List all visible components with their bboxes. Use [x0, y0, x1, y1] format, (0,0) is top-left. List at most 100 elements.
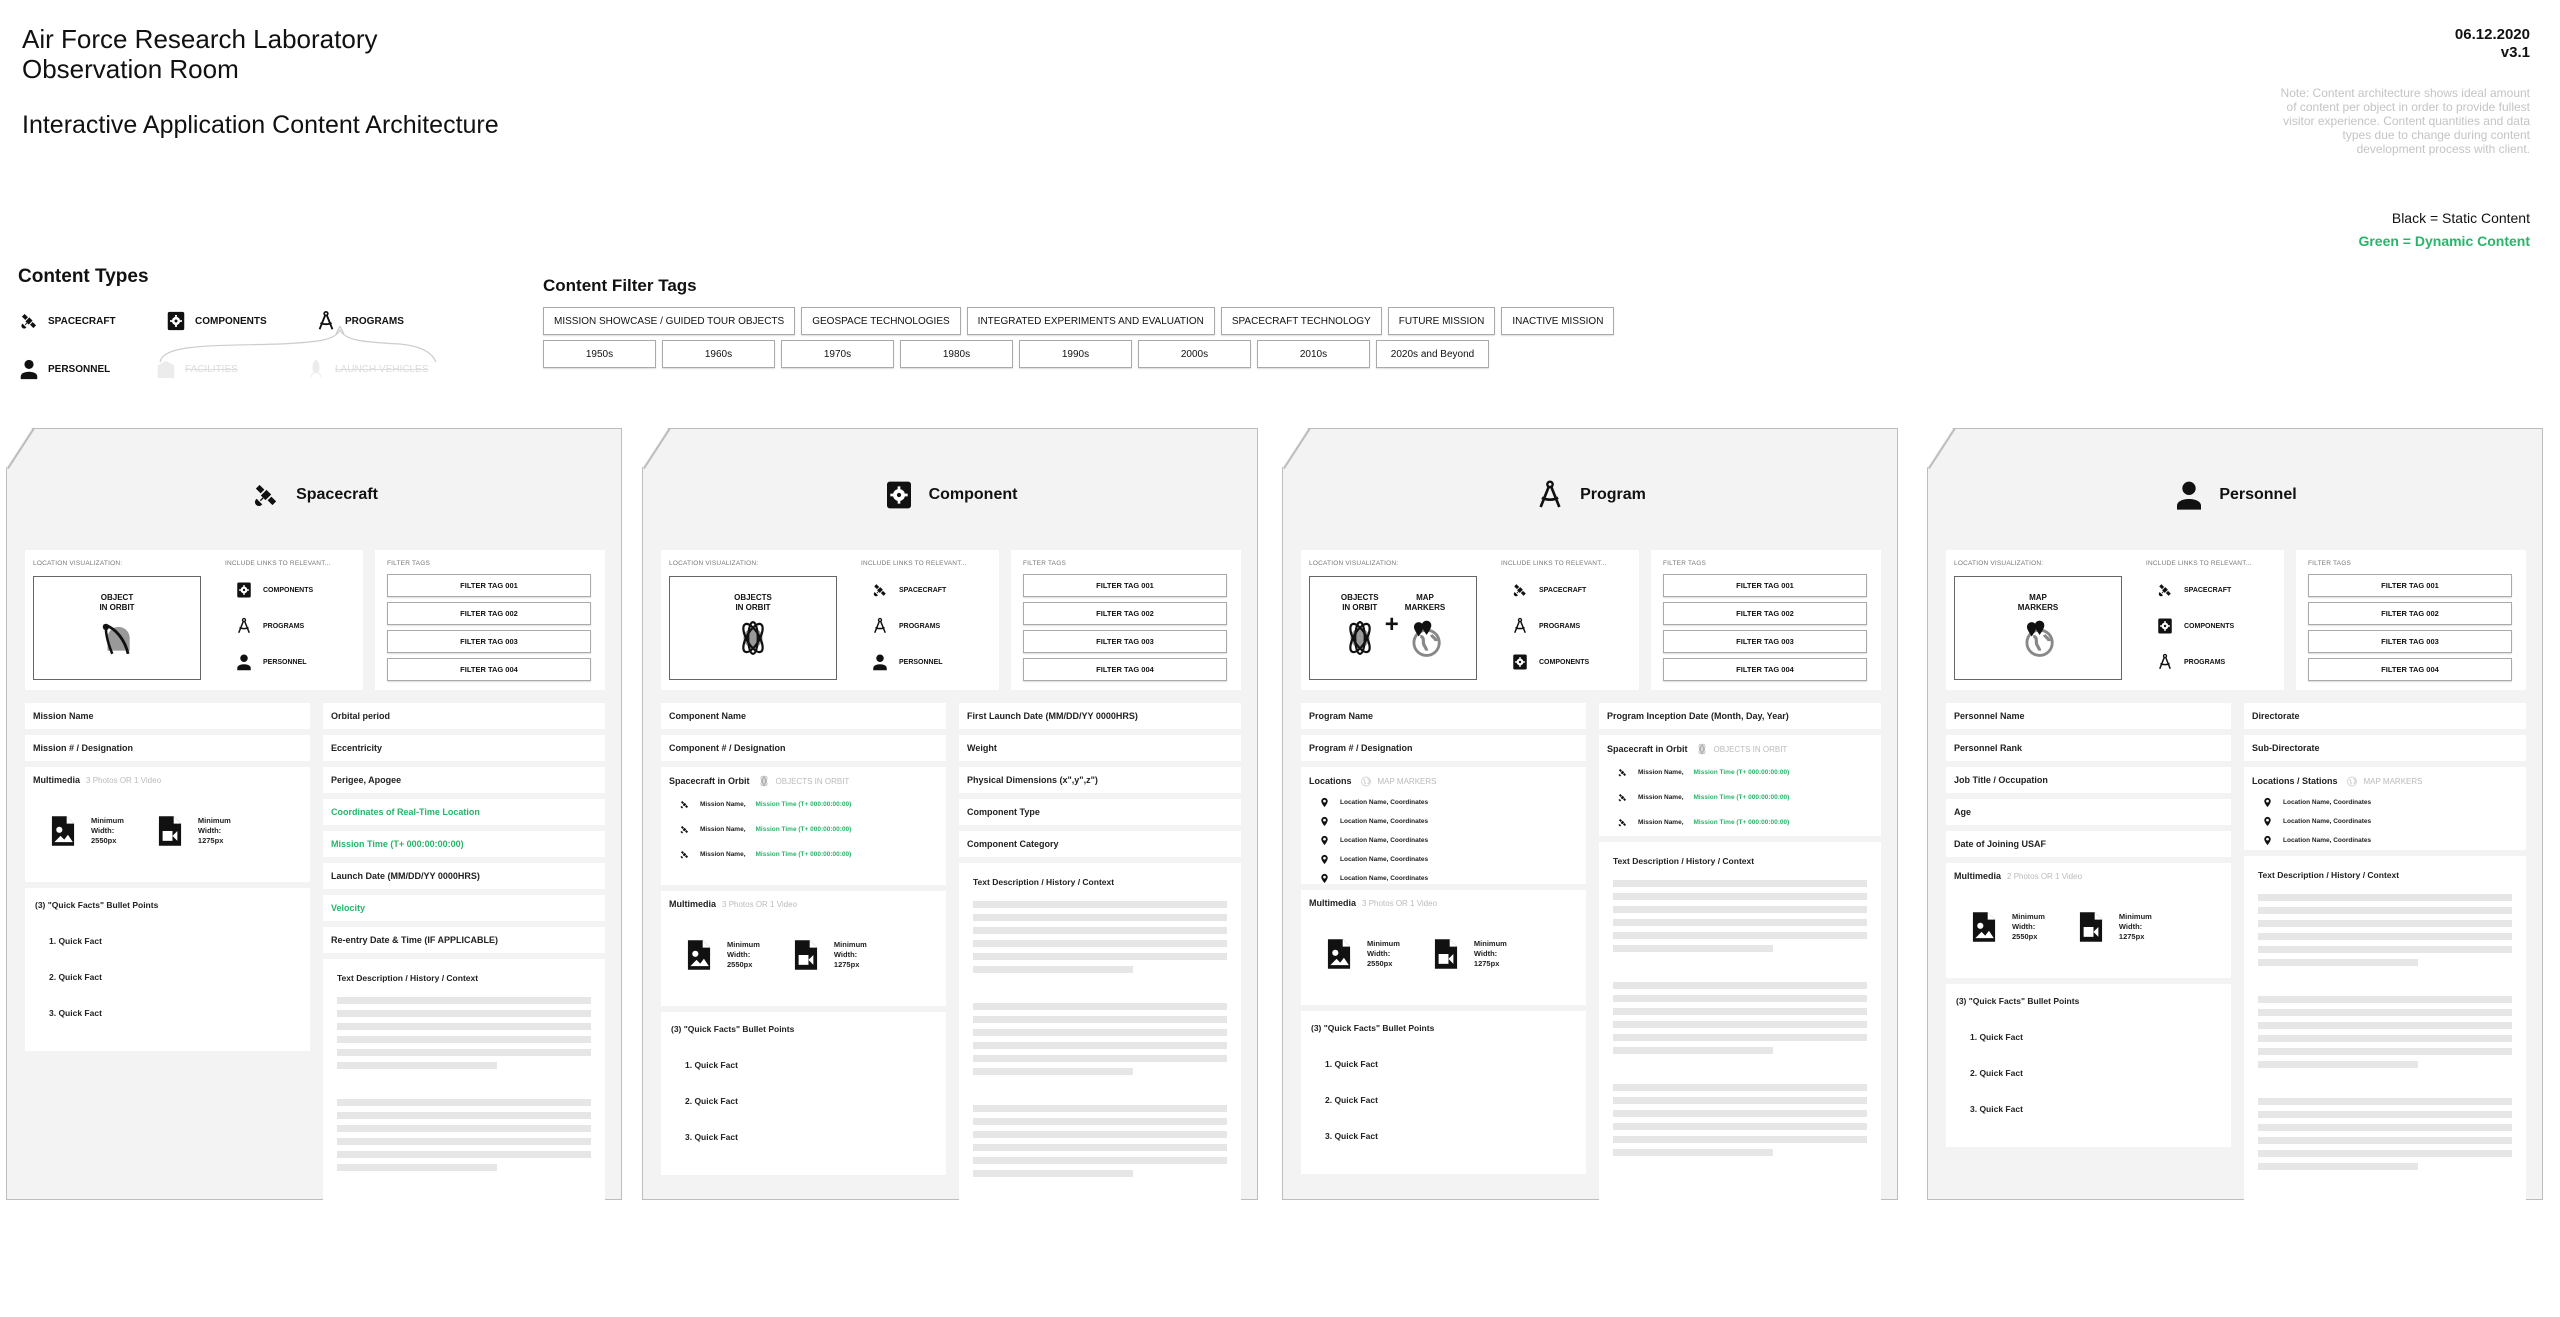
link-programs[interactable]: PROGRAMS [1511, 616, 1589, 636]
filter-tag[interactable]: FUTURE MISSION [1387, 307, 1496, 335]
media-requirement: Minimum Width: 2550px [683, 935, 760, 975]
left-column: Program Name Program # / Designation Locat… [1301, 703, 1586, 1189]
card-title: Component [643, 479, 1257, 511]
filter-tag[interactable]: FILTER TAG 004 [1663, 658, 1867, 681]
placeholder-line [337, 1036, 591, 1043]
multimedia-header: Multimedia 3 Photos OR 1 Video [1309, 898, 1578, 908]
decade-tag[interactable]: 2000s [1138, 340, 1251, 368]
media-requirement-line: 2550px [91, 836, 117, 845]
filter-tag[interactable]: FILTER TAG 002 [1663, 602, 1867, 625]
visualization-panel: LOCATION VISUALIZATION: MAP MARKERS INCLUD… [1946, 550, 2284, 690]
mission-time: Mission Time (T+ 000:00:00:00) [755, 826, 852, 833]
right-column: First Launch Date (MM/DD/YY 0000HRS) Weig… [959, 703, 1241, 1200]
block-header: Spacecraft in Orbit OBJECTS IN ORBIT [1607, 743, 1873, 755]
filter-tag[interactable]: INTEGRATED EXPERIMENTS AND EVALUATION [966, 307, 1215, 335]
filter-tag[interactable]: FILTER TAG 003 [1663, 630, 1867, 653]
content-type-label: PROGRAMS [345, 315, 404, 327]
link-components[interactable]: COMPONENTS [235, 580, 313, 600]
gear-icon [883, 479, 915, 511]
filter-tags-heading: Content Filter Tags [543, 276, 697, 295]
decade-tag[interactable]: 1970s [781, 340, 894, 368]
image-file-icon [47, 811, 79, 851]
filter-tag[interactable]: FILTER TAG 001 [2308, 574, 2512, 597]
filter-tag[interactable]: FILTER TAG 003 [2308, 630, 2512, 653]
pin-icon [1319, 854, 1330, 865]
media-requirement-text: Minimum Width: 1275px [198, 816, 231, 846]
location-visualization-label: LOCATION VISUALIZATION: [1309, 560, 1399, 567]
field-coordinates-of-real-time-location: Coordinates of Real-Time Location [323, 799, 605, 825]
decade-tag[interactable]: 1960s [662, 340, 775, 368]
multimedia-header: Multimedia 3 Photos OR 1 Video [33, 775, 302, 785]
link-spacecraft[interactable]: SPACECRAFT [1511, 580, 1589, 600]
video-file-icon [1430, 934, 1462, 974]
link-programs[interactable]: PROGRAMS [871, 616, 946, 636]
decade-tag[interactable]: 1950s [543, 340, 656, 368]
filter-tag[interactable]: FILTER TAG 004 [387, 658, 591, 681]
field-launch-date-mm-dd-yy-0000hrs: Launch Date (MM/DD/YY 0000HRS) [323, 863, 605, 889]
quick-fact: 1. Quick Fact [1970, 1032, 2023, 1042]
content-type-label: PERSONNEL [48, 363, 111, 375]
filter-tag[interactable]: FILTER TAG 002 [1023, 602, 1227, 625]
field-mission-designation: Mission # / Designation [25, 735, 310, 761]
person-icon [2173, 479, 2205, 511]
visualization-label: OBJECT IN ORBIT [99, 593, 135, 612]
link-label: PROGRAMS [263, 622, 305, 630]
link-programs[interactable]: PROGRAMS [2156, 652, 2234, 672]
filter-tag[interactable]: FILTER TAG 002 [2308, 602, 2512, 625]
filter-tag[interactable]: FILTER TAG 003 [387, 630, 591, 653]
link-spacecraft[interactable]: SPACECRAFT [871, 580, 946, 600]
link-spacecraft[interactable]: SPACECRAFT [2156, 580, 2234, 600]
filter-tag[interactable]: FILTER TAG 001 [387, 574, 591, 597]
compass-icon [871, 617, 889, 635]
link-personnel[interactable]: PERSONNEL [871, 652, 946, 672]
text-description-title: Text Description / History / Context [973, 877, 1115, 887]
decade-tag[interactable]: 1980s [900, 340, 1013, 368]
decade-tag[interactable]: 2010s [1257, 340, 1370, 368]
field-component-category: Component Category [959, 831, 1241, 857]
filter-tag[interactable]: FILTER TAG 004 [2308, 658, 2512, 681]
media-requirement-line: Width: [727, 950, 751, 959]
mission-time: Mission Time (T+ 000:00:00:00) [1693, 769, 1790, 776]
placeholder-line [973, 901, 1227, 908]
link-components[interactable]: COMPONENTS [2156, 616, 2234, 636]
location-name: Location Name, Coordinates [2283, 837, 2372, 844]
block-label: Spacecraft in Orbit [1607, 744, 1688, 754]
block-hint: OBJECTS IN ORBIT [1713, 744, 1788, 754]
location-visualization: OBJECTS IN ORBIT + MAP MARKERS [1309, 576, 1477, 680]
placeholder-paragraph [2258, 894, 2512, 966]
filter-tag[interactable]: FILTER TAG 003 [1023, 630, 1227, 653]
mission-name: Mission Name, [700, 851, 746, 858]
filter-tag[interactable]: INACTIVE MISSION [1501, 307, 1615, 335]
multimedia-block: Multimedia 3 Photos OR 1 Video Minimum Widt… [25, 767, 310, 882]
pin-icon [1319, 797, 1330, 808]
filter-tag[interactable]: MISSION SHOWCASE / GUIDED TOUR OBJECTS [543, 307, 796, 335]
map-markers-icon [1406, 619, 1444, 657]
media-requirement-line: Minimum [727, 940, 760, 949]
field-program-designation: Program # / Designation [1301, 735, 1586, 761]
placeholder-line [337, 1266, 497, 1273]
card-title: Program [1283, 479, 1897, 511]
filter-tag[interactable]: FILTER TAG 004 [1023, 658, 1227, 681]
field-job-title-occupation: Job Title / Occupation [1946, 767, 2231, 793]
filter-tag[interactable]: FILTER TAG 001 [1023, 574, 1227, 597]
link-components[interactable]: COMPONENTS [1511, 652, 1589, 672]
links-label: INCLUDE LINKS TO RELEVANT... [1501, 560, 1607, 567]
filter-tag[interactable]: GEOSPACE TECHNOLOGIES [801, 307, 961, 335]
content-type-label: SPACECRAFT [48, 315, 116, 327]
filter-tag[interactable]: FILTER TAG 001 [1663, 574, 1867, 597]
visualization-label: OBJECTS IN ORBIT [734, 593, 772, 612]
link-personnel[interactable]: PERSONNEL [235, 652, 313, 672]
orbit-single-icon [98, 619, 136, 657]
decade-tag[interactable]: 1990s [1019, 340, 1132, 368]
multimedia-items: Minimum Width: 2550px Minimum Width: 1275px [1968, 907, 2223, 947]
filter-tag[interactable]: SPACECRAFT TECHNOLOGY [1220, 307, 1382, 335]
quick-fact: 1. Quick Fact [685, 1060, 738, 1070]
multimedia-block: Multimedia 2 Photos OR 1 Video Minimum Widt… [1946, 863, 2231, 978]
decade-tag[interactable]: 2020s and Beyond [1376, 340, 1489, 368]
filter-tag[interactable]: FILTER TAG 002 [387, 602, 591, 625]
placeholder-line [337, 1227, 591, 1234]
link-programs[interactable]: PROGRAMS [235, 616, 313, 636]
location-item: Location Name, Coordinates [1319, 854, 1578, 865]
placeholder-line [337, 1138, 591, 1145]
placeholder-paragraph [2258, 996, 2512, 1068]
